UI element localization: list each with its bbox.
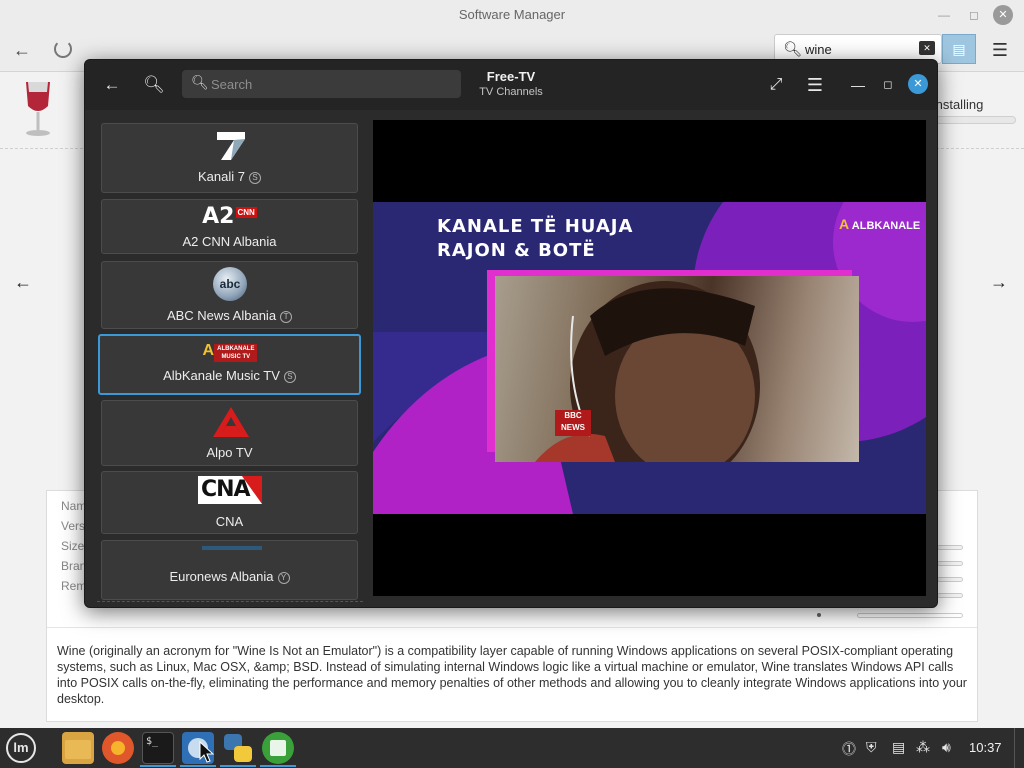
kanali-7-logo-icon xyxy=(217,132,245,160)
channel-name: Alpo TV xyxy=(206,445,253,460)
channel-search-field[interactable]: 🔍︎ Search xyxy=(182,70,461,98)
hamburger-menu-icon[interactable]: ☰ xyxy=(988,38,1012,62)
installing-label: Installing xyxy=(932,97,984,112)
screenshot-next-arrow-icon[interactable]: → xyxy=(990,272,1008,293)
taskbar: lm $_ ⓵ ⛨ ▤ ⁂ 🔊︎ 10:37 xyxy=(0,728,1024,768)
bbc-news-logo-icon: BBC NEWS xyxy=(555,410,591,436)
terminal-running-indicator xyxy=(140,765,176,767)
files-app-icon[interactable] xyxy=(62,732,94,764)
calculator-running-indicator xyxy=(260,765,296,767)
volume-icon[interactable]: 🔊︎ xyxy=(942,739,951,756)
clear-search-icon[interactable]: ✕ xyxy=(919,41,935,55)
update-manager-icon[interactable]: ⓵ xyxy=(842,739,856,759)
loading-spinner-icon xyxy=(54,40,72,58)
install-progress-bar xyxy=(932,116,1016,124)
calculator-app-icon[interactable] xyxy=(262,732,294,764)
sm-titlebar: Software Manager — ◻ ✕ xyxy=(0,0,1024,30)
close-icon[interactable]: ✕ xyxy=(993,5,1013,25)
terminal-app-icon[interactable]: $_ xyxy=(142,732,174,764)
channel-badge: T xyxy=(280,311,293,323)
channel-item-alpo-tv[interactable]: Alpo TV xyxy=(101,400,358,466)
detail-value-bar xyxy=(937,593,963,598)
a2-cnn-logo-icon: A2 CNN xyxy=(202,204,257,229)
video-headline-line2: RAJON & BOTË xyxy=(437,240,596,261)
channel-name: ABC News Albania xyxy=(166,308,277,323)
channel-list[interactable]: Kanali 7S A2 CNN A2 CNN Albania abc ABC N… xyxy=(97,120,363,602)
sm-window-title: Software Manager xyxy=(458,7,566,22)
albkanale-logo-icon: A ALBKANALE MUSIC TV xyxy=(197,342,263,362)
minimize-icon[interactable]: — xyxy=(934,5,954,25)
python-app-icon[interactable] xyxy=(222,732,254,764)
abc-news-logo-icon: abc xyxy=(213,267,247,301)
minimize-icon[interactable]: — xyxy=(845,73,871,97)
detail-value-bar xyxy=(857,613,963,618)
back-arrow-icon[interactable]: ← xyxy=(99,73,125,97)
firefox-app-icon[interactable] xyxy=(102,732,134,764)
start-menu-icon[interactable]: lm xyxy=(6,733,36,763)
detail-value-bar xyxy=(937,545,963,550)
detail-divider xyxy=(47,627,977,628)
channel-name: CNA xyxy=(215,514,244,529)
video-frame: KANALE TË HUAJA RAJON & BOTË A ALBKANALE… xyxy=(373,202,926,514)
maximize-icon[interactable]: ◻ xyxy=(875,73,901,97)
detail-value-bar xyxy=(937,577,963,582)
euronews-logo-icon xyxy=(202,546,262,550)
detail-dot xyxy=(817,613,821,617)
maximize-icon[interactable]: ◻ xyxy=(964,5,984,25)
freetv-headerbar: ← 🔍︎ 🔍︎ Search Free-TV TV Channels ⤢ ☰ —… xyxy=(85,60,937,110)
sm-search-value[interactable]: wine xyxy=(805,42,832,57)
channel-item-abc-news-albania[interactable]: abc ABC News Albania T xyxy=(101,261,358,329)
video-person-image xyxy=(535,281,760,462)
channel-name: Euronews Albania xyxy=(169,569,274,584)
channel-badge: S xyxy=(283,371,296,383)
video-inset-photo: BBC NEWS xyxy=(495,276,859,462)
channel-name: A2 CNN Albania xyxy=(182,234,277,249)
channel-name: Kanali 7 xyxy=(198,169,245,184)
close-icon[interactable]: ✕ xyxy=(908,74,928,94)
channel-item-kanali-7[interactable]: Kanali 7S xyxy=(101,123,358,193)
channel-item-a2-cnn-albania[interactable]: A2 CNN A2 CNN Albania xyxy=(101,199,358,254)
show-desktop-button[interactable] xyxy=(1014,728,1024,768)
fullscreen-icon[interactable]: ⤢ xyxy=(763,73,789,97)
detail-value-bar xyxy=(937,561,963,566)
channel-badge: S xyxy=(248,172,261,184)
freetv-window: ← 🔍︎ 🔍︎ Search Free-TV TV Channels ⤢ ☰ —… xyxy=(84,59,938,608)
video-headline-line1: KANALE TË HUAJA xyxy=(437,216,634,237)
channel-item-albkanale-music-tv[interactable]: A ALBKANALE MUSIC TV AlbKanale Music TV S xyxy=(98,334,361,395)
back-arrow-icon[interactable]: ← xyxy=(10,38,34,62)
cna-logo-icon: CNA xyxy=(198,476,262,504)
channel-name: AlbKanale Music TV xyxy=(163,368,280,383)
channel-item-euronews-albania[interactable]: Euronews Albania Y xyxy=(101,540,358,600)
albkanale-mark-icon: A xyxy=(839,216,850,232)
alpo-tv-logo-icon xyxy=(213,407,249,437)
wine-glass-icon xyxy=(26,82,50,136)
network-icon[interactable]: ⁂ xyxy=(916,739,930,756)
freetv-running-indicator xyxy=(180,765,216,767)
channel-badge: Y xyxy=(277,572,290,584)
hamburger-menu-icon[interactable]: ☰ xyxy=(802,73,828,97)
video-brand-label: A ALBKANALE xyxy=(839,216,921,232)
clock[interactable]: 10:37 xyxy=(969,740,1002,755)
search-icon: 🔍︎ xyxy=(783,41,803,58)
mouse-cursor-icon xyxy=(199,741,215,763)
channel-search-placeholder[interactable]: Search xyxy=(211,77,252,92)
shield-icon[interactable]: ⛨ xyxy=(866,739,877,756)
screenshot-prev-arrow-icon[interactable]: ← xyxy=(14,272,32,293)
clipboard-icon[interactable]: ▤ xyxy=(892,739,905,756)
channel-item-cna[interactable]: CNA CNA xyxy=(101,471,358,534)
search-toggle-button[interactable]: ▤ xyxy=(942,34,976,64)
search-icon[interactable]: 🔍︎ xyxy=(141,73,167,97)
video-player[interactable]: KANALE TË HUAJA RAJON & BOTË A ALBKANALE… xyxy=(373,120,926,596)
detail-label-size: Size xyxy=(61,539,85,553)
python-running-indicator xyxy=(220,765,256,767)
app-description: Wine (originally an acronym for "Wine Is… xyxy=(57,644,967,706)
search-icon: 🔍︎ xyxy=(191,74,209,90)
freetv-title: Free-TV xyxy=(486,69,536,84)
freetv-subtitle: TV Channels xyxy=(479,86,543,98)
